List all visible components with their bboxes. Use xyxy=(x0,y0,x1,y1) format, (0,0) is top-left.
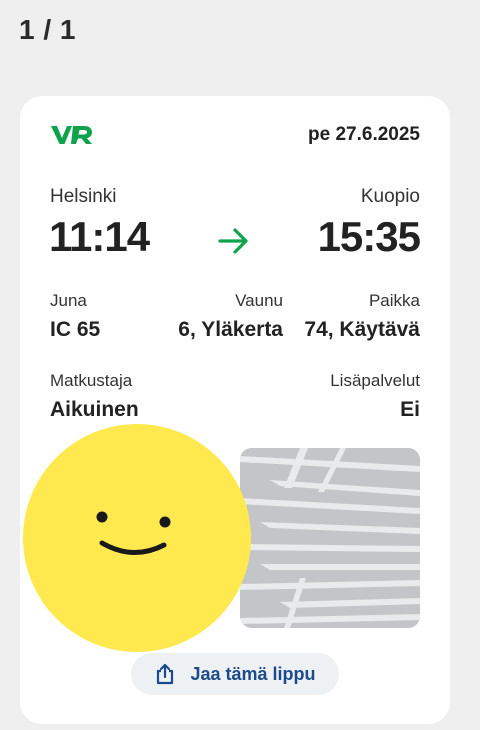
arrival-time: 15:35 xyxy=(317,213,421,260)
page-counter: 1 / 1 xyxy=(19,14,76,45)
smiley-avatar-icon xyxy=(23,424,251,652)
seat-label: Paikka xyxy=(368,291,420,310)
share-ticket-button[interactable]: Jaa tämä lippu xyxy=(131,653,339,695)
share-icon xyxy=(157,663,174,685)
departure-time: 11:14 xyxy=(49,213,150,260)
departure-station: Helsinki xyxy=(50,186,117,207)
car-label: Vaunu xyxy=(235,291,283,310)
ticket-card: pe 27.6.2025 Helsinki Kuopio 11:14 15:35… xyxy=(20,96,450,724)
travel-date: pe 27.6.2025 xyxy=(308,124,420,145)
train-value: IC 65 xyxy=(50,318,101,341)
vr-logo-icon xyxy=(51,126,92,144)
seat-value: 74, Käytävä xyxy=(304,318,420,341)
passenger-value: Aikuinen xyxy=(50,398,139,421)
car-value: 6, Yläkerta xyxy=(178,318,283,341)
arrow-right-icon xyxy=(218,228,248,254)
train-label: Juna xyxy=(50,291,87,310)
share-button-label: Jaa tämä lippu xyxy=(190,663,316,684)
extras-label: Lisäpalvelut xyxy=(330,371,420,390)
ticket-qr-code xyxy=(240,448,420,628)
arrival-station: Kuopio xyxy=(360,186,420,207)
extras-value: Ei xyxy=(400,398,420,421)
passenger-label: Matkustaja xyxy=(50,371,133,390)
